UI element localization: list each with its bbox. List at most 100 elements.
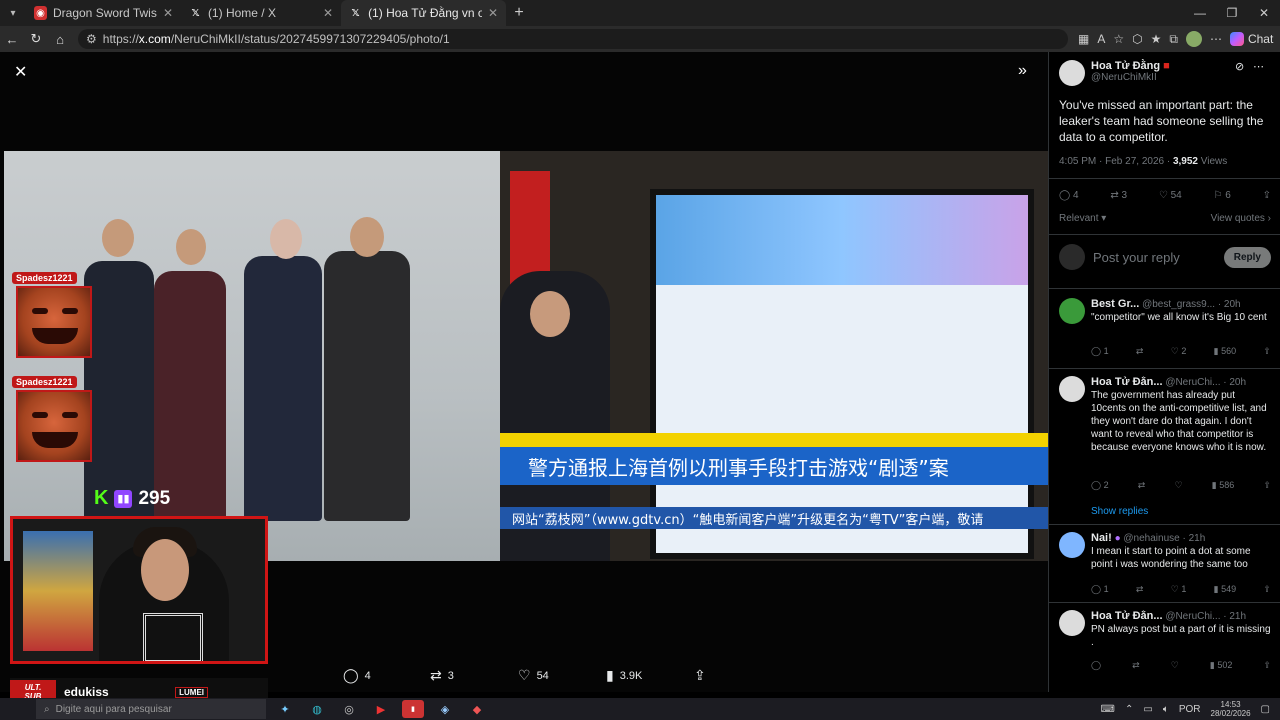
youtube-icon[interactable]: ▶	[370, 700, 392, 718]
tv-header-art	[656, 195, 1028, 285]
sort-dropdown[interactable]: Relevant ▾	[1059, 213, 1106, 224]
author-avatar[interactable]	[1059, 60, 1085, 86]
url-field[interactable]: ⚙ https://x.com/NeruChiMkII/status/20274…	[78, 29, 1068, 49]
reply-avatar[interactable]	[1059, 298, 1085, 324]
notification-icon[interactable]: ▢	[1261, 704, 1270, 715]
app-icon[interactable]: ▦	[1078, 32, 1089, 46]
repost-icon[interactable]: ⇄	[1132, 660, 1140, 671]
reply-text: I mean it start to point a dot at some p…	[1091, 546, 1251, 570]
show-replies-link[interactable]: Show replies	[1091, 506, 1148, 517]
author-name[interactable]: Hoa Tử Đằng ■	[1091, 60, 1170, 72]
reply-avatar[interactable]	[1059, 376, 1085, 402]
views-icon[interactable]: ▮ 560	[1214, 346, 1236, 357]
volume-icon[interactable]: 🔈︎	[1163, 704, 1169, 715]
repost-stat[interactable]: ⇄ 3	[1110, 190, 1127, 201]
reply-item[interactable]: Nai! ● @nehainuse · 21h I mean it start …	[1059, 532, 1271, 602]
bookmark-stat[interactable]: ⚐ 6	[1214, 190, 1231, 201]
reply-item[interactable]: Hoa Tử Đằn... @NeruChi... · 20h The gove…	[1059, 376, 1271, 506]
video-app-icon[interactable]: ▮	[402, 700, 424, 718]
reply-button[interactable]: Reply	[1223, 246, 1271, 268]
reply-stat[interactable]: ◯ 4	[1059, 190, 1079, 201]
reply-icon[interactable]: ◯ 2	[1091, 480, 1109, 491]
taskbar-search[interactable]: ⌕ Digite aqui para pesquisar	[36, 699, 266, 719]
reply-header: Best Gr... @best_grass9... · 20h	[1091, 298, 1241, 310]
tab-dragon-sword[interactable]: ◉ Dragon Sword Twist: Webzen pag ✕	[26, 0, 181, 26]
reply-input[interactable]: Post your reply	[1093, 250, 1180, 265]
home-icon[interactable]: ⌂	[48, 32, 72, 47]
views-icon[interactable]: ▮ 502	[1210, 660, 1232, 671]
favorites-bar-icon[interactable]: ★	[1151, 32, 1162, 46]
repost-action[interactable]: ⇄ 3	[430, 667, 454, 684]
edge-icon[interactable]: ◍	[306, 700, 328, 718]
repost-icon[interactable]: ⇄	[1136, 584, 1144, 595]
author-handle[interactable]: @NeruChiMkII	[1091, 72, 1170, 83]
network-icon[interactable]: ▭	[1143, 704, 1152, 715]
minimize-icon[interactable]: —	[1184, 6, 1216, 20]
heart-icon[interactable]: ♡ 1	[1171, 584, 1187, 595]
reply-icon[interactable]: ◯	[1091, 660, 1101, 671]
more-icon[interactable]: ⋯	[1253, 60, 1264, 73]
profile-avatar[interactable]	[1185, 31, 1202, 47]
reply-text: PN always post but a part of it is missi…	[1091, 624, 1271, 648]
tray-expand-icon[interactable]: ⌃	[1125, 704, 1133, 715]
keyboard-icon[interactable]: ⌨	[1101, 704, 1115, 715]
reply-item[interactable]: Hoa Tử Đằn... @NeruChi... · 21h PN alway…	[1059, 610, 1271, 680]
grok-icon[interactable]: ⊘	[1235, 60, 1244, 73]
back-icon[interactable]: ←	[0, 32, 24, 47]
streamer-name: edukiss	[64, 685, 109, 699]
close-tab-icon[interactable]: ✕	[163, 6, 173, 20]
share-icon[interactable]: ⇪	[1263, 190, 1271, 201]
view-quotes-link[interactable]: View quotes ›	[1211, 213, 1271, 224]
twitch-icon: ▮▮	[114, 489, 133, 508]
chat-button[interactable]: Chat	[1229, 32, 1273, 46]
repost-icon[interactable]: ⇄	[1138, 480, 1146, 491]
expand-panel-icon[interactable]: »	[1018, 62, 1027, 80]
site-info-icon[interactable]: ⚙	[86, 32, 97, 46]
share-icon[interactable]: ⇪	[1263, 480, 1271, 491]
copilot-icon[interactable]: ✦	[274, 700, 296, 718]
divider	[1049, 178, 1280, 179]
extensions-icon[interactable]: ⬡	[1132, 32, 1142, 46]
share-icon[interactable]: ⇪	[1263, 660, 1271, 671]
reply-item[interactable]: Best Gr... @best_grass9... · 20h "compet…	[1059, 298, 1271, 368]
heart-icon[interactable]: ♡	[1175, 480, 1183, 491]
steam-icon[interactable]: ◈	[434, 700, 456, 718]
collections-icon[interactable]: ⧉	[1169, 32, 1178, 47]
tab-home-x[interactable]: 𝕏 (1) Home / X ✕	[181, 0, 341, 26]
more-icon[interactable]: ⋯	[1210, 32, 1222, 46]
close-tab-icon[interactable]: ✕	[323, 6, 333, 20]
reply-icon[interactable]: ◯ 1	[1091, 346, 1109, 357]
obs-icon[interactable]: ◎	[338, 700, 360, 718]
clock[interactable]: 14:53 28/02/2026	[1211, 700, 1251, 718]
reply-header: Nai! ● @nehainuse · 21h	[1091, 532, 1206, 544]
views-icon[interactable]: ▮ 549	[1214, 584, 1236, 595]
heart-icon[interactable]: ♡	[1171, 660, 1179, 671]
reply-avatar[interactable]	[1059, 610, 1085, 636]
refresh-icon[interactable]: ↻	[24, 31, 48, 47]
maximize-icon[interactable]: ❐	[1216, 6, 1248, 20]
language-indicator[interactable]: POR	[1179, 704, 1201, 715]
repost-icon[interactable]: ⇄	[1136, 346, 1144, 357]
views-action[interactable]: ▮ 3.9K	[606, 667, 642, 684]
tab-list-dropdown[interactable]: ▾	[0, 0, 26, 26]
close-tab-icon[interactable]: ✕	[488, 6, 498, 20]
like-stat[interactable]: ♡ 54	[1159, 190, 1182, 201]
views-icon[interactable]: ▮ 586	[1212, 480, 1234, 491]
reply-avatar[interactable]	[1059, 532, 1085, 558]
reply-action[interactable]: ◯ 4	[343, 667, 371, 684]
reply-icon[interactable]: ◯ 1	[1091, 584, 1109, 595]
share-icon[interactable]: ⇪	[1263, 584, 1271, 595]
close-icon[interactable]: ✕	[14, 62, 27, 82]
heart-icon[interactable]: ♡ 2	[1171, 346, 1187, 357]
close-window-icon[interactable]: ✕	[1248, 6, 1280, 20]
tab-post[interactable]: 𝕏 (1) Hoa Tử Đằng vn on X: "@Pirat ✕	[341, 0, 506, 26]
new-tab-button[interactable]: +	[506, 4, 532, 22]
person-figure	[154, 271, 226, 521]
favorite-icon[interactable]: ☆	[1113, 32, 1124, 46]
share-action[interactable]: ⇪	[694, 667, 706, 684]
reader-icon[interactable]: A	[1097, 32, 1105, 46]
share-icon[interactable]: ⇪	[1263, 346, 1271, 357]
app-icon[interactable]: ◆	[466, 700, 488, 718]
like-action[interactable]: ♡ 54	[518, 667, 549, 684]
user-avatar	[1059, 244, 1085, 270]
